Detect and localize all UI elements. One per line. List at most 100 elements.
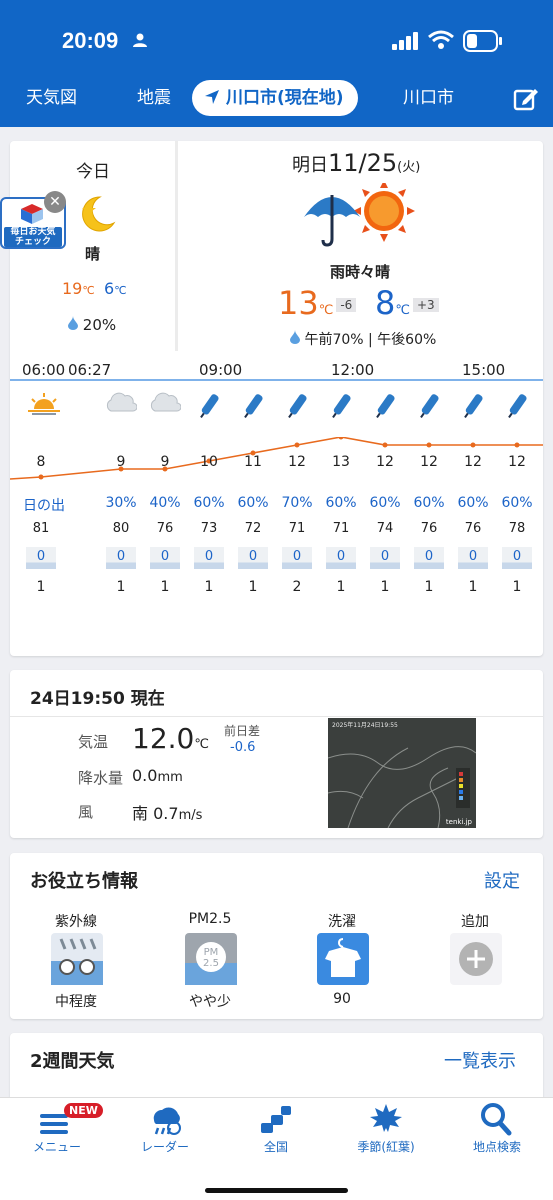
current-temp: 12.0℃ [132,722,209,755]
new-badge: NEW [64,1103,103,1118]
nav-season-label: 季節(紅葉) [357,1140,415,1154]
precip-value: 0 [458,547,488,569]
rain-chance: 60% [237,495,269,511]
humidity: 80 [112,521,130,536]
umbrella-icon [464,394,483,419]
umbrella-icon [376,394,395,419]
map-lines [328,746,476,828]
wind-speed: 1 [204,579,214,595]
hour-label: 15:00 [462,361,506,379]
precip-label: 降水量 [78,769,124,787]
nav-radar-label: レーダー [140,1140,189,1154]
add-label: 追加 [461,914,489,930]
status-bar: 20:09 [0,28,553,58]
temperature-point [426,442,432,448]
tab-weather-map[interactable]: 天気図 [26,80,77,116]
pm25-icon[interactable]: PM 2.5 [185,933,237,985]
humidity: 76 [464,521,482,536]
uv-label: 紫外線 [55,914,97,930]
hour-temp: 11 [244,454,262,470]
tomorrow-rain-chance: 午前70% | 午後60% [290,329,436,349]
cloud-icon [150,392,182,412]
tab-current-location[interactable]: 川口市(現在地) [192,80,358,116]
umbrella-icon [244,394,263,419]
temperature-point [294,442,300,448]
nav-menu-label: メニュー [32,1140,81,1154]
rain-chance: 日の出 [23,498,65,514]
weather-icon [22,391,66,425]
today-rain-chance: 20% [68,316,116,334]
svg-text:PM: PM [204,947,219,958]
search-icon [481,1103,512,1136]
today-high-temp: 19℃ [62,279,95,298]
hour-label: 06:27 [68,361,112,379]
timeline-divider [10,379,543,381]
humidity: 76 [420,521,438,536]
nav-nationwide[interactable]: 全国 [221,1098,331,1168]
laundry-value: 90 [333,991,351,1007]
weather-icon [319,391,363,425]
precipitation: 0 [187,547,231,569]
rain-chance: 40% [149,495,181,511]
nav-season[interactable]: 季節(紅葉) [331,1098,441,1168]
wind-speed: 1 [512,579,522,595]
wind-speed: 1 [468,579,478,595]
laundry-icon[interactable] [317,933,369,985]
nav-radar[interactable]: レーダー [110,1098,220,1168]
precip-value: 0 [194,547,224,569]
humidity: 71 [332,521,350,536]
hour-temp: 12 [464,454,482,470]
rain-chance: 70% [281,495,313,511]
weather-icon [231,391,275,425]
temperature-point [38,474,44,480]
hour-temp: 12 [376,454,394,470]
show-list-link[interactable]: 一覧表示 [444,1047,516,1073]
temperature-point [514,442,520,448]
location-arrow-icon [205,90,219,104]
radar-map[interactable]: 2025年11月24日19:55 tenki.jp [328,718,476,828]
hour-temp: 12 [508,454,526,470]
precipitation: 0 [231,547,275,569]
nav-menu[interactable]: NEW メニュー [2,1098,112,1168]
weather-icon [407,391,451,425]
rain-chance: 60% [325,495,357,511]
temp-label: 気温 [78,733,109,751]
edit-icon[interactable] [513,86,539,112]
wind-speed: 1 [116,579,126,595]
signal-icon [392,32,418,50]
useful-info-title: お役立ち情報 [30,871,138,892]
tab-earthquake[interactable]: 地震 [137,80,171,116]
rain-sun-icon [304,183,415,247]
hour-temp: 13 [332,454,350,470]
nav-location-search[interactable]: 地点検索 [442,1098,552,1168]
rain-chance: 60% [193,495,225,511]
uv-icon[interactable] [51,933,103,985]
precipitation: 0 [407,547,451,569]
precipitation: 0 [99,547,143,569]
two-week-title: 2週間天気 [30,1051,115,1072]
hour-temp: 12 [420,454,438,470]
wind-speed: 1 [248,579,258,595]
weather-icon [275,391,319,425]
current-wind: 南 0.7m/s [132,804,203,823]
precipitation: 0 [19,547,63,569]
add-icon[interactable] [450,933,502,985]
daily-check-badge[interactable]: 毎日お天気 チェック ✕ [0,191,66,249]
status-time: 20:09 [62,28,119,53]
panel-divider [175,141,178,351]
temperature-point [382,442,388,448]
badge-close-icon[interactable]: ✕ [44,191,66,213]
wind-speed: 1 [380,579,390,595]
precip-value: 0 [238,547,268,569]
bottom-navigation: NEW メニュー レーダー 全国 季節(紅葉) 地点検索 [0,1097,553,1200]
settings-link[interactable]: 設定 [484,867,520,893]
precip-value: 0 [326,547,356,569]
cloud-icon [106,392,138,412]
hourly-forecast[interactable]: 06:00 06:27 09:00 12:00 15:00 30% 日の出 30% 4… [10,357,543,607]
weather-icon [187,391,231,425]
tab-kawaguchi[interactable]: 川口市 [403,80,454,116]
wind-speed: 1 [336,579,346,595]
rain-chance: 60% [369,495,401,511]
rain-chance: 60% [457,495,489,511]
tomorrow-weather: 雨時々晴 [330,263,391,281]
